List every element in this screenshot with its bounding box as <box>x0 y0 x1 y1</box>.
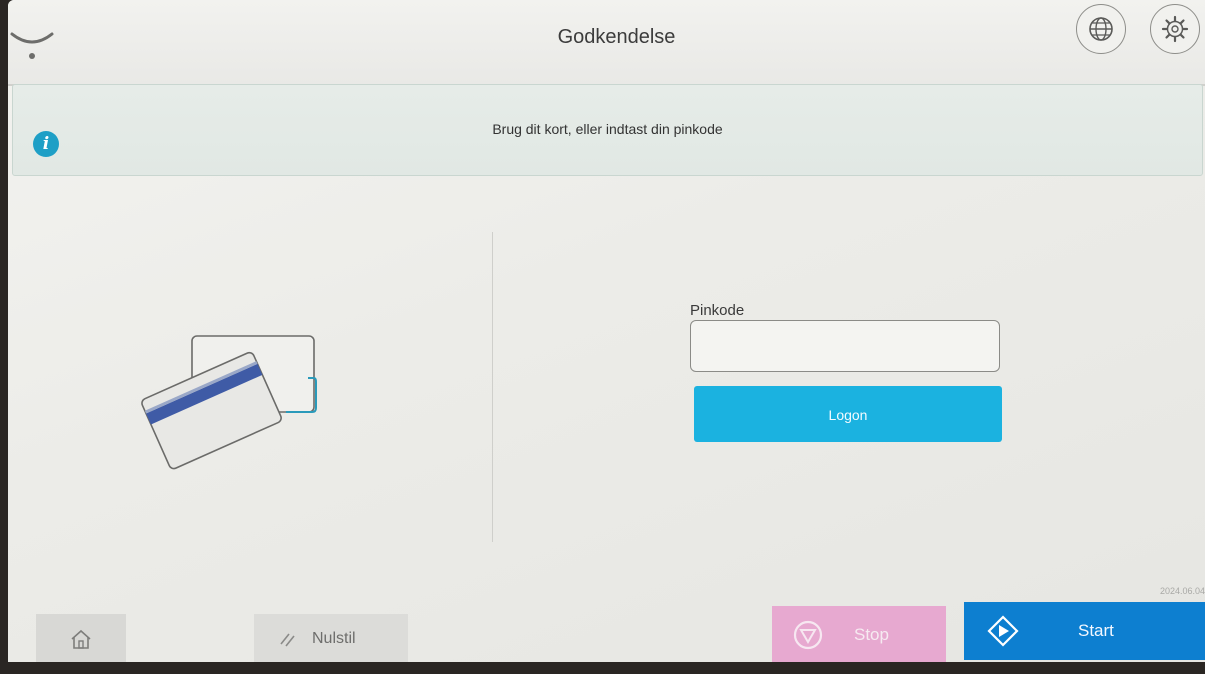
settings-button[interactable] <box>1150 4 1200 54</box>
screen: Godkendelse i Brug dit kort, eller indta… <box>8 0 1205 662</box>
start-button[interactable]: Start <box>964 602 1205 660</box>
start-label: Start <box>1078 621 1114 640</box>
header: Godkendelse <box>8 0 1205 86</box>
reset-label: Nulstil <box>312 630 356 647</box>
start-icon <box>987 615 1019 647</box>
stop-icon <box>793 620 823 650</box>
logon-button[interactable]: Logon <box>694 386 1002 442</box>
stop-label: Stop <box>854 625 889 644</box>
page-title: Godkendelse <box>557 26 676 48</box>
banner-message: Brug dit kort, eller indtast din pinkode <box>492 121 723 137</box>
globe-icon <box>1089 17 1113 41</box>
language-button[interactable] <box>1076 4 1126 54</box>
gear-icon <box>1161 15 1189 43</box>
reset-icon <box>280 633 295 647</box>
pin-label: Pinkode <box>690 302 745 319</box>
home-icon <box>71 629 91 649</box>
vertical-divider <box>492 232 493 542</box>
reset-button[interactable]: Nulstil <box>254 614 408 662</box>
home-button[interactable] <box>36 614 126 662</box>
info-banner: i Brug dit kort, eller indtast din pinko… <box>12 84 1203 176</box>
pin-input[interactable] <box>690 320 1000 372</box>
date-stamp: 2024.06.04 <box>1159 586 1205 596</box>
card-swipe-icon <box>141 335 317 470</box>
stop-button[interactable]: Stop <box>772 606 946 662</box>
